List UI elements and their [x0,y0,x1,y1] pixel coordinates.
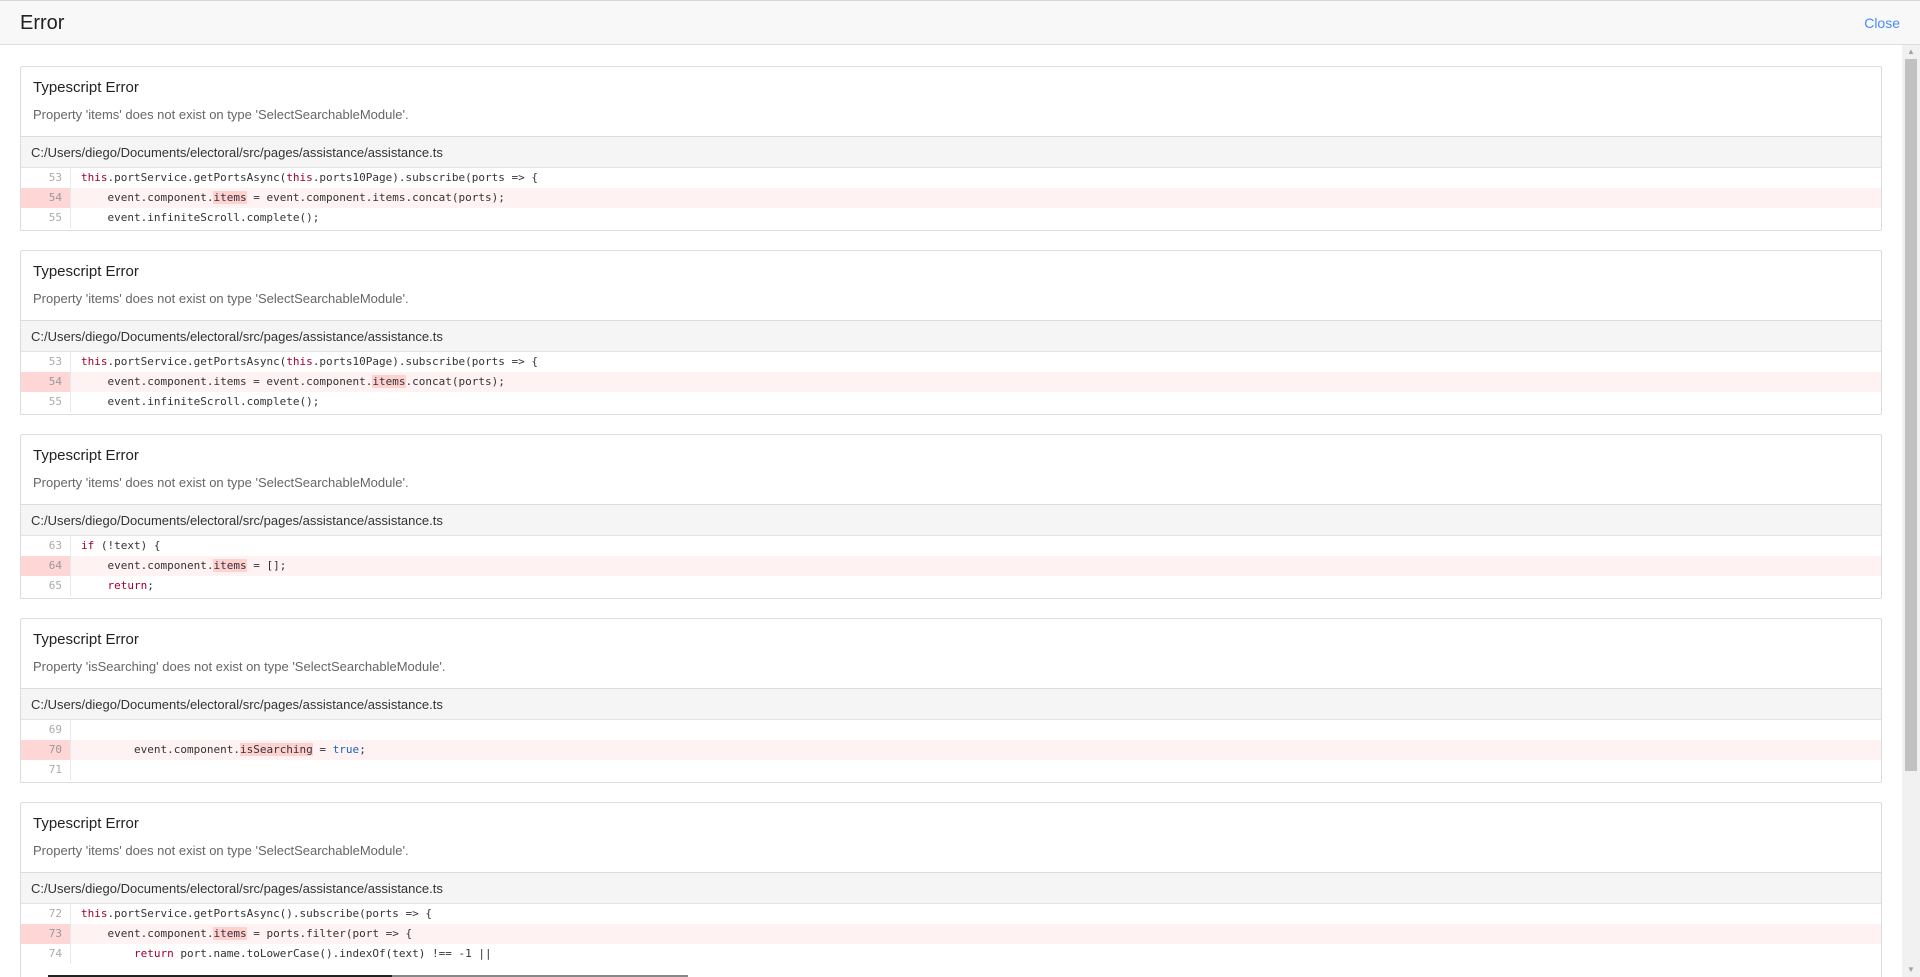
code-line: 55 event.infiniteScroll.complete(); [21,392,1881,412]
code-text: this.portService.getPortsAsync(this.port… [81,355,538,368]
code-text: this.portService.getPortsAsync().subscri… [81,907,433,920]
line-number: 69 [21,720,71,740]
error-message: Property 'isSearching' does not exist on… [33,659,446,674]
error-message: Property 'items' does not exist on type … [33,475,409,490]
scroll-down-arrow-icon[interactable]: ▼ [1902,963,1920,977]
code-line: 55 event.infiniteScroll.complete(); [21,208,1881,228]
line-number: 74 [21,944,71,964]
code-text: event.component.items = event.component.… [81,191,505,204]
code-snippet: 53 this.portService.getPortsAsync(this.po… [21,352,1881,412]
error-token: items [213,559,247,572]
code-text: event.infiniteScroll.complete(); [81,211,320,224]
error-message: Property 'items' does not exist on type … [33,291,409,306]
code-text: event.component.items = ports.filter(por… [81,927,413,940]
code-line-highlighted: 54 event.component.items = event.compone… [21,188,1881,208]
line-number: 70 [21,740,71,760]
code-text: return port.name.toLowerCase().indexOf(t… [133,947,492,960]
error-card: Typescript Error Property 'items' does n… [20,66,1882,231]
error-token: isSearching [239,743,313,756]
code-line: 63 if (!text) { [21,536,1881,556]
error-card: Typescript Error Property 'items' does n… [20,250,1882,415]
code-line-highlighted: 64 event.component.items = []; [21,556,1881,576]
code-line-highlighted: 54 event.component.items = event.compone… [21,372,1881,392]
line-number: 64 [21,556,71,576]
error-list[interactable]: Typescript Error Property 'items' does n… [0,45,1902,977]
code-snippet: 69 70 event.component.isSearching = true… [21,720,1881,780]
code-text: event.component.items = []; [81,559,287,572]
modal-title: Error [20,12,65,34]
code-line-highlighted: 70 event.component.isSearching = true; [21,740,1881,760]
modal-header: Error Close [0,0,1920,45]
error-title: Typescript Error [33,815,139,832]
file-path-bar: C:/Users/diego/Documents/electoral/src/p… [21,504,1881,536]
line-number: 54 [21,188,71,208]
error-card: Typescript Error Property 'isSearching' … [20,618,1882,783]
line-number: 55 [21,208,71,228]
file-path-bar: C:/Users/diego/Documents/electoral/src/p… [21,872,1881,904]
code-snippet: 72 this.portService.getPortsAsync().subsc… [21,904,1881,964]
code-line: 72 this.portService.getPortsAsync().subsc… [21,904,1881,924]
error-title: Typescript Error [33,79,139,96]
error-card: Typescript Error Property 'items' does n… [20,802,1882,977]
scroll-up-arrow-icon[interactable]: ▲ [1902,45,1920,59]
file-path-bar: C:/Users/diego/Documents/electoral/src/p… [21,320,1881,352]
error-token: items [372,375,406,388]
code-line: 71 [21,760,1881,780]
error-title: Typescript Error [33,447,139,464]
code-line-highlighted: 73 event.component.items = ports.filter(… [21,924,1881,944]
line-number: 53 [21,352,71,372]
error-message: Property 'items' does not exist on type … [33,843,409,858]
code-text: event.component.items = event.component.… [81,375,505,388]
line-number: 65 [21,576,71,596]
code-snippet: 63 if (!text) { 64 event.component.items … [21,536,1881,596]
code-line: 69 [21,720,1881,740]
error-title: Typescript Error [33,631,139,648]
file-path: C:/Users/diego/Documents/electoral/src/p… [31,329,443,344]
error-token: items [213,191,247,204]
line-number: 54 [21,372,71,392]
code-text: if (!text) { [81,539,161,552]
code-line: 65 return; [21,576,1881,596]
code-text: this.portService.getPortsAsync(this.port… [81,171,538,184]
code-text: event.component.isSearching = true; [81,743,366,756]
code-line: 53 this.portService.getPortsAsync(this.po… [21,168,1881,188]
line-number: 73 [21,924,71,944]
file-path: C:/Users/diego/Documents/electoral/src/p… [31,513,443,528]
scrollbar-thumb[interactable] [1905,59,1917,771]
code-snippet: 53 this.portService.getPortsAsync(this.po… [21,168,1881,228]
file-path-bar: C:/Users/diego/Documents/electoral/src/p… [21,688,1881,720]
file-path: C:/Users/diego/Documents/electoral/src/p… [31,881,443,896]
code-line: 74 return port.name.toLowerCase().indexO… [21,944,1881,964]
error-card: Typescript Error Property 'items' does n… [20,434,1882,599]
file-path: C:/Users/diego/Documents/electoral/src/p… [31,145,443,160]
code-line: 53 this.portService.getPortsAsync(this.po… [21,352,1881,372]
line-number: 71 [21,760,71,780]
line-number: 72 [21,904,71,924]
code-text: return; [107,579,154,592]
line-number: 53 [21,168,71,188]
vertical-scrollbar[interactable]: ▲ ▼ [1902,45,1920,977]
close-button[interactable]: Close [1864,15,1900,31]
error-token: items [213,927,247,940]
line-number: 55 [21,392,71,412]
error-title: Typescript Error [33,263,139,280]
error-message: Property 'items' does not exist on type … [33,107,409,122]
file-path-bar: C:/Users/diego/Documents/electoral/src/p… [21,136,1881,168]
code-text: event.infiniteScroll.complete(); [81,395,320,408]
file-path: C:/Users/diego/Documents/electoral/src/p… [31,697,443,712]
line-number: 63 [21,536,71,556]
